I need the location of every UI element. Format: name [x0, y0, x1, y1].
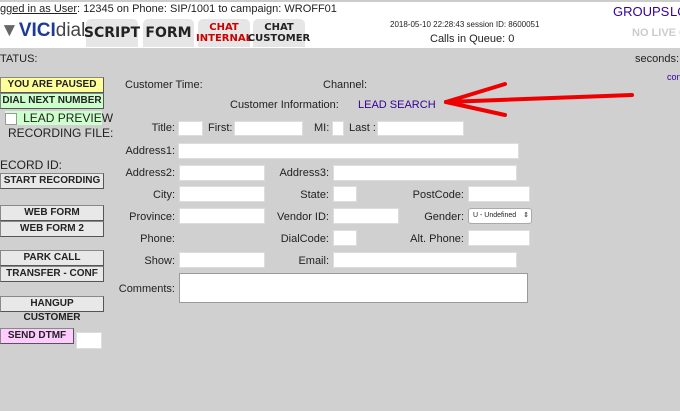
login-details: : 12345 on Phone: SIP/1001 to campaign: … [77, 3, 337, 15]
start-recording-button[interactable]: START RECORDING [0, 173, 104, 189]
address2-label: Address2: [125, 167, 175, 179]
last-name-input[interactable] [377, 121, 464, 136]
show-label: Show: [144, 255, 175, 267]
alt-phone-input[interactable] [468, 230, 530, 246]
status-label: TATUS: [0, 53, 38, 65]
address1-input[interactable] [178, 143, 519, 159]
postcode-label: PostCode: [412, 189, 464, 201]
province-label: Province: [129, 211, 175, 223]
gender-select[interactable]: U - Undefined ⇕ [468, 208, 532, 224]
con-link[interactable]: con [667, 72, 680, 82]
seconds-label: seconds: [635, 53, 680, 65]
customer-time-label: Customer Time: [125, 79, 203, 91]
vendor-id-input[interactable] [333, 208, 399, 224]
dtmf-input[interactable] [76, 332, 102, 349]
park-call-button[interactable]: PARK CALL [0, 250, 104, 266]
first-name-input[interactable] [234, 121, 303, 136]
email-input[interactable] [333, 252, 517, 268]
send-dtmf-button[interactable]: SEND DTMF [0, 328, 74, 344]
top-border [0, 0, 680, 2]
province-input[interactable] [179, 208, 265, 224]
tab-chat-internal[interactable]: CHAT INTERNAL [196, 19, 252, 47]
comments-textarea[interactable] [179, 273, 528, 303]
web-form-2-button[interactable]: WEB FORM 2 [0, 221, 104, 237]
dial-next-number-button[interactable]: DIAL NEXT NUMBER [0, 93, 104, 109]
dialcode-label: DialCode: [280, 233, 329, 245]
address3-label: Address3: [279, 167, 329, 179]
web-form-button[interactable]: WEB FORM [0, 205, 104, 221]
dialcode-input[interactable] [333, 230, 357, 246]
address2-input[interactable] [179, 165, 265, 181]
alt-phone-label: Alt. Phone: [410, 233, 464, 245]
lead-preview-checkbox[interactable] [5, 113, 17, 126]
city-input[interactable] [179, 186, 265, 202]
groups-link[interactable]: GROUPS [613, 4, 669, 19]
recording-file-label: RECORDING FILE: [8, 126, 114, 140]
address1-label: Address1: [125, 145, 175, 157]
login-link[interactable]: gged in as User [0, 3, 77, 15]
title-input[interactable] [178, 121, 203, 136]
customer-information-label: Customer Information: [230, 99, 339, 111]
address3-input[interactable] [333, 165, 517, 181]
tab-form[interactable]: FORM [143, 19, 194, 47]
channel-label: Channel: [323, 79, 368, 91]
gender-value: U - Undefined [473, 212, 517, 219]
hangup-customer-button[interactable]: HANGUP CUSTOMER [0, 296, 104, 323]
login-info: gged in as User: 12345 on Phone: SIP/100… [0, 3, 337, 15]
paused-button[interactable]: YOU ARE PAUSED [0, 77, 104, 93]
vicidial-logo: ▼VICIdial [0, 20, 86, 41]
logout-link[interactable]: LO [670, 4, 680, 19]
last-label: Last : [349, 122, 376, 134]
lead-preview-row: LEAD PREVIEW [5, 111, 113, 126]
comments-label: Comments: [118, 283, 175, 295]
state-input[interactable] [333, 186, 357, 202]
show-input[interactable] [179, 252, 265, 268]
city-label: City: [153, 189, 175, 201]
title-label: Title: [151, 122, 175, 134]
red-arrow-annotation [444, 82, 634, 117]
vendor-id-label: Vendor ID: [277, 211, 329, 223]
tab-chat-customer[interactable]: CHAT CUSTOMER [248, 19, 310, 47]
phone-label: Phone: [140, 233, 175, 245]
lead-preview-label: LEAD PREVIEW [23, 111, 114, 125]
state-label: State: [300, 189, 329, 201]
no-live-call: NO LIVE C [632, 27, 680, 39]
gender-label: Gender: [424, 211, 464, 223]
record-id-label: ECORD ID: [0, 158, 63, 172]
email-label: Email: [298, 255, 329, 267]
tab-script[interactable]: SCRIPT [84, 19, 140, 47]
first-label: First: [208, 122, 233, 134]
transfer-conf-button[interactable]: TRANSFER - CONF [0, 266, 104, 282]
calls-in-queue: Calls in Queue: 0 [430, 33, 515, 45]
postcode-input[interactable] [468, 186, 530, 202]
lead-search-link[interactable]: LEAD SEARCH [358, 99, 436, 111]
datetime-session: 2018-05-10 22:28:43 session ID: 8600051 [390, 20, 540, 29]
mi-input[interactable] [332, 121, 344, 136]
mi-label: MI: [314, 122, 330, 134]
select-arrows-icon: ⇕ [523, 212, 529, 219]
